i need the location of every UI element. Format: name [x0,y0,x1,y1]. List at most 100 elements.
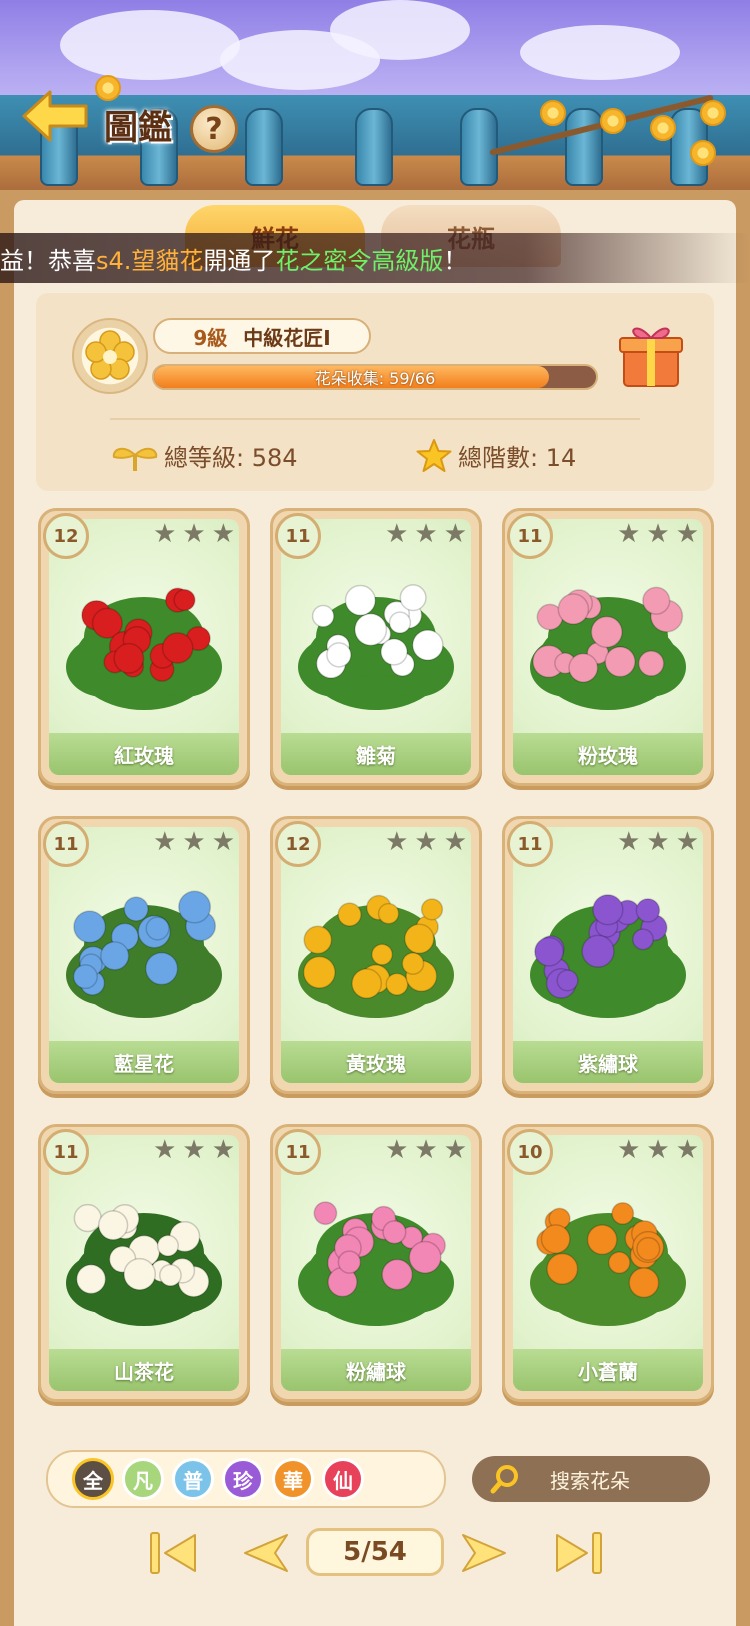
card-body: 紅玫瑰 [49,519,239,775]
star-rating: ★ ★ ★ [385,829,467,855]
blossom-decoration [650,115,676,141]
star-icon: ★ [646,1135,670,1165]
star-rating: ★ ★ ★ [153,1137,235,1163]
rarity-filter-chip[interactable]: 珍 [222,1458,264,1500]
flower-name: 紫繡球 [513,1041,703,1083]
star-icon: ★ [182,827,206,857]
star-rating: ★ ★ ★ [385,1137,467,1163]
next-page-button[interactable] [456,1528,514,1578]
star-icon: ★ [385,519,409,549]
flower-name: 山茶花 [49,1349,239,1391]
divider [110,418,640,420]
flower-image [523,1183,693,1333]
card-body: 紫繡球 [513,827,703,1083]
star-icon: ★ [443,827,467,857]
flower-level-badge: 11 [275,513,321,559]
flower-name: 小蒼蘭 [513,1349,703,1391]
flower-card[interactable]: 粉玫瑰 11 ★ ★ ★ [502,508,714,786]
blossom-decoration [95,75,121,101]
star-icon [416,438,452,472]
flower-image [59,567,229,717]
star-icon: ★ [617,519,641,549]
rank-text: 中級花匠Ⅰ [243,325,331,350]
star-icon: ★ [385,827,409,857]
flower-name: 紅玫瑰 [49,733,239,775]
flower-image [59,1183,229,1333]
rarity-filter-chip[interactable]: 仙 [322,1458,364,1500]
star-icon: ★ [385,1135,409,1165]
star-icon: ★ [211,827,235,857]
flower-card[interactable]: 雛菊 11 ★ ★ ★ [270,508,482,786]
roof-tile [460,108,498,186]
search-input[interactable]: 搜索花朵 [472,1456,710,1502]
flower-card[interactable]: 紫繡球 11 ★ ★ ★ [502,816,714,1094]
flower-level-badge: 11 [43,1129,89,1175]
rarity-filter-chip[interactable]: 凡 [122,1458,164,1500]
flower-image [291,875,461,1025]
level-text: 9級 [193,325,228,350]
flower-level-badge: 11 [507,513,553,559]
flower-card[interactable]: 小蒼蘭 10 ★ ★ ★ [502,1124,714,1402]
flower-card[interactable]: 山茶花 11 ★ ★ ★ [38,1124,250,1402]
gift-box-icon[interactable] [616,318,686,390]
flower-image [59,875,229,1025]
rarity-filter-chip[interactable]: 華 [272,1458,314,1500]
flower-name: 粉玫瑰 [513,733,703,775]
star-icon: ★ [414,827,438,857]
marquee-prefix: 益！恭喜 [0,246,96,275]
star-rating: ★ ★ ★ [153,521,235,547]
roof-tile [565,108,603,186]
blossom-decoration [540,100,566,126]
flower-name: 雛菊 [281,733,471,775]
total-tier-stat: 總階數: 14 [416,438,576,473]
rarity-filter-chip[interactable]: 全 [72,1458,114,1500]
prev-page-button[interactable] [236,1528,294,1578]
next-page-icon [462,1534,506,1572]
flower-card[interactable]: 紅玫瑰 12 ★ ★ ★ [38,508,250,786]
flower-level-badge: 11 [275,1129,321,1175]
prev-page-icon [244,1534,288,1572]
flower-card[interactable]: 黃玫瑰 12 ★ ★ ★ [270,816,482,1094]
star-icon: ★ [443,1135,467,1165]
first-page-button[interactable] [146,1528,204,1578]
blossom-decoration [600,108,626,134]
last-page-icon [556,1532,602,1574]
star-icon: ★ [153,827,177,857]
announcement-marquee: 益！恭喜 s4.望貓花 開通了 花之密令高級版 ！ [0,233,750,283]
flower-card[interactable]: 粉繡球 11 ★ ★ ★ [270,1124,482,1402]
total-level-stat: 總等級: 584 [112,438,298,473]
star-rating: ★ ★ ★ [617,829,699,855]
last-page-button[interactable] [548,1528,606,1578]
star-icon: ★ [414,1135,438,1165]
flower-name: 黃玫瑰 [281,1041,471,1083]
card-body: 黃玫瑰 [281,827,471,1083]
marquee-item: 花之密令高級版 [275,246,444,275]
star-icon: ★ [675,519,699,549]
marquee-player: s4.望貓花 [96,246,204,275]
page-title: 圖鑑 [104,108,172,148]
star-rating: ★ ★ ★ [385,521,467,547]
card-body: 藍星花 [49,827,239,1083]
collection-label: 花朵收集: 59/66 [314,369,436,388]
roof-tile [355,108,393,186]
star-rating: ★ ★ ★ [153,829,235,855]
star-icon: ★ [675,827,699,857]
rarity-filter-bar: 全凡普珍華仙 [46,1450,446,1508]
help-button[interactable]: ? [190,105,238,153]
page-indicator: 5/54 [306,1528,444,1576]
blossom-decoration [700,100,726,126]
flower-level-badge: 10 [507,1129,553,1175]
star-icon: ★ [617,1135,641,1165]
star-icon: ★ [211,519,235,549]
flower-image [291,1183,461,1333]
flower-card[interactable]: 藍星花 11 ★ ★ ★ [38,816,250,1094]
back-button[interactable] [20,86,90,146]
star-icon: ★ [182,1135,206,1165]
star-icon: ★ [153,1135,177,1165]
marquee-suffix: ！ [443,246,468,275]
collection-progress-bar: 花朵收集: 59/66 [152,364,598,390]
search-icon [490,1465,518,1494]
flower-image [291,567,461,717]
flower-image [523,567,693,717]
rarity-filter-chip[interactable]: 普 [172,1458,214,1500]
